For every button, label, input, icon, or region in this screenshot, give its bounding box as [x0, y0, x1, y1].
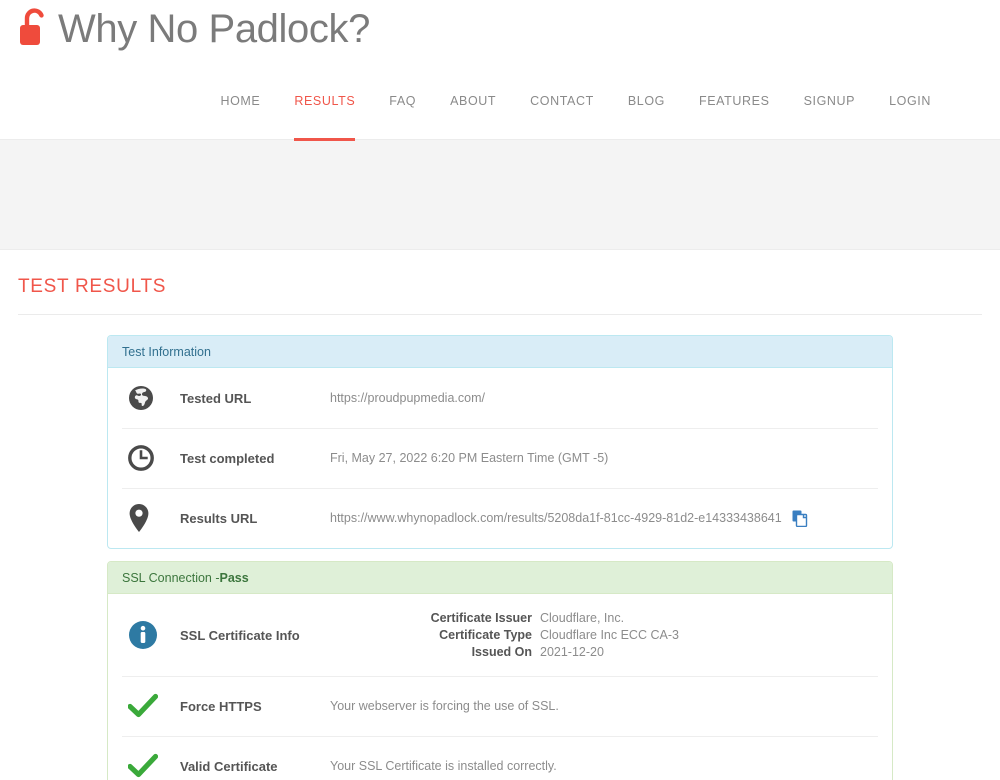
clock-icon: [122, 445, 180, 471]
main-nav: HOME RESULTS FAQ ABOUT CONTACT BLOG FEAT…: [203, 92, 948, 141]
copy-icon[interactable]: [792, 510, 808, 527]
tested-url-value: https://proudpupmedia.com/: [330, 391, 485, 405]
valid-certificate-value: Your SSL Certificate is installed correc…: [330, 759, 557, 773]
check-icon: [122, 693, 180, 719]
table-row-valid-certificate: Valid Certificate Your SSL Certificate i…: [108, 736, 892, 780]
status-badge: Pass: [219, 570, 249, 585]
row-value: https://proudpupmedia.com/: [330, 391, 878, 405]
row-label: Results URL: [180, 510, 258, 526]
nav-item-home[interactable]: HOME: [203, 92, 277, 110]
test-information-header: Test Information: [108, 336, 892, 368]
nav-item-about[interactable]: ABOUT: [433, 92, 513, 110]
table-row-ssl-certificate-info: SSL Certificate Info Certificate Issuer …: [108, 594, 892, 676]
test-information-body: Tested URL https://proudpupmedia.com/ Te…: [108, 368, 892, 548]
banner-placeholder: [0, 140, 1000, 250]
results-area: Test Information Tested URL https://prou…: [0, 315, 1000, 780]
force-https-value: Your webserver is forcing the use of SSL…: [330, 699, 559, 713]
globe-icon: [122, 385, 180, 411]
nav-item-results[interactable]: RESULTS: [277, 92, 372, 141]
nav-item-contact[interactable]: CONTACT: [513, 92, 611, 110]
row-value: Certificate Issuer Cloudflare, Inc. Cert…: [330, 611, 878, 659]
site-header: Why No Padlock? HOME RESULTS FAQ ABOUT C…: [0, 0, 1000, 141]
results-url-value: https://www.whynopadlock.com/results/520…: [330, 511, 782, 525]
table-row-force-https: Force HTTPS Your webserver is forcing th…: [108, 676, 892, 736]
cert-value-type: Cloudflare Inc ECC CA-3: [540, 628, 679, 642]
test-information-panel: Test Information Tested URL https://prou…: [107, 335, 893, 549]
row-label: Tested URL: [180, 390, 252, 406]
cert-key-issued-on: Issued On: [471, 645, 532, 659]
nav-item-faq[interactable]: FAQ: [372, 92, 433, 110]
table-row-results-url: Results URL https://www.whynopadlock.com…: [108, 488, 892, 548]
cert-key-issuer: Certificate Issuer: [430, 611, 532, 625]
ssl-connection-header: SSL Connection - Pass: [108, 562, 892, 594]
table-row-test-completed: Test completed Fri, May 27, 2022 6:20 PM…: [108, 428, 892, 488]
row-label: SSL Certificate Info: [180, 627, 300, 643]
nav-item-login[interactable]: LOGIN: [872, 92, 948, 110]
nav-item-blog[interactable]: BLOG: [611, 92, 682, 110]
page-title: TEST RESULTS: [18, 276, 167, 297]
open-padlock-icon: [18, 6, 48, 52]
check-icon: [122, 753, 180, 779]
page-title-section: TEST RESULTS: [0, 250, 1000, 298]
test-information-header-label: Test Information: [122, 344, 211, 359]
ssl-connection-body: SSL Certificate Info Certificate Issuer …: [108, 594, 892, 780]
certificate-details: Certificate Issuer Cloudflare, Inc. Cert…: [330, 611, 679, 659]
ssl-connection-header-label: SSL Connection -: [122, 570, 220, 585]
row-value: Your SSL Certificate is installed correc…: [330, 759, 878, 773]
row-label: Valid Certificate: [180, 758, 278, 774]
nav-item-signup[interactable]: SIGNUP: [787, 92, 873, 110]
info-icon: [122, 620, 180, 650]
test-completed-value: Fri, May 27, 2022 6:20 PM Eastern Time (…: [330, 451, 609, 465]
row-value: https://www.whynopadlock.com/results/520…: [330, 510, 878, 527]
map-pin-icon: [122, 503, 180, 533]
table-row-tested-url: Tested URL https://proudpupmedia.com/: [108, 368, 892, 428]
nav-item-features[interactable]: FEATURES: [682, 92, 787, 110]
row-value: Fri, May 27, 2022 6:20 PM Eastern Time (…: [330, 451, 878, 465]
row-label: Test completed: [180, 450, 275, 466]
cert-key-type: Certificate Type: [439, 628, 532, 642]
site-logo[interactable]: Why No Padlock?: [18, 6, 370, 52]
cert-value-issuer: Cloudflare, Inc.: [540, 611, 625, 625]
cert-value-issued-on: 2021-12-20: [540, 645, 604, 659]
row-value: Your webserver is forcing the use of SSL…: [330, 699, 878, 713]
brand-title: Why No Padlock?: [58, 7, 370, 51]
row-label: Force HTTPS: [180, 698, 262, 714]
ssl-connection-panel: SSL Connection - Pass SSL Certificate In…: [107, 561, 893, 780]
